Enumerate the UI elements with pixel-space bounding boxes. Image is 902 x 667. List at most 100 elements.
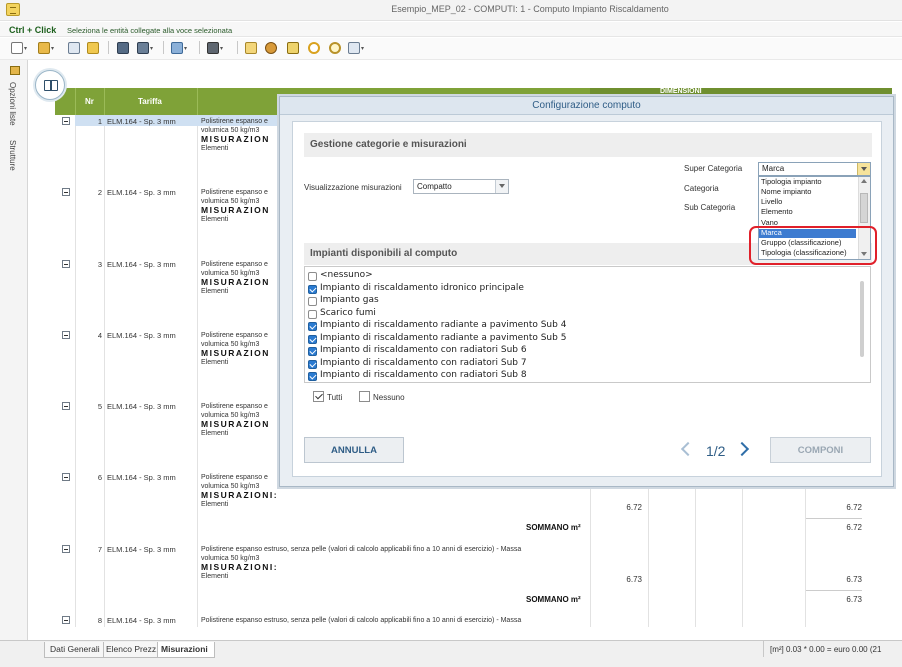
impianto-label[interactable]: Impianto di riscaldamento idronico princ… [320,283,524,293]
dropdown-option[interactable]: Nome impianto [761,187,811,196]
impianti-scrollbar[interactable] [860,281,864,357]
row-tariffa[interactable]: ELM.164 - Sp. 3 mm [107,473,176,482]
chevron-down-icon: ▾ [51,45,55,52]
row-description: Polistirene espanso estruso, senza pelle… [201,545,591,581]
dialog-title: Configurazione computo [532,100,641,111]
highlight-annotation [749,226,877,265]
circle-icon [329,42,341,54]
collapse-icon[interactable] [62,260,70,268]
save-as-button[interactable]: ▾ [137,41,153,55]
row-nr: 1 [97,117,102,126]
sommano-label: SOMMANO m² [526,595,581,604]
copy-button[interactable] [68,41,80,55]
tab-dati-generali-label[interactable]: Dati Generali [50,644,100,654]
impianto-checkbox[interactable] [308,360,317,369]
refresh-button[interactable] [308,41,320,55]
layout-button[interactable]: ▾ [171,41,187,55]
scroll-up-icon[interactable] [861,179,867,183]
status-text: [m²] 0.03 * 0.00 = euro 0.00 (21 [770,645,882,654]
impianto-label[interactable]: Impianto di riscaldamento radiante a pav… [320,333,566,343]
collapse-icon[interactable] [62,402,70,410]
tab-misurazioni-label[interactable]: Misurazioni [161,644,208,654]
mail-button[interactable] [245,41,257,55]
row-tariffa[interactable]: ELM.164 - Sp. 3 mm [107,331,176,340]
book-icon[interactable] [35,70,65,100]
collapse-icon[interactable] [62,545,70,553]
dropdown-scroll-thumb[interactable] [860,193,868,223]
chevron-down-icon[interactable] [857,163,870,175]
users-button[interactable] [265,41,277,55]
row-elementi: Elementi [201,501,229,508]
impianto-label[interactable]: Impianto di riscaldamento radiante a pav… [320,320,566,330]
dropdown-option[interactable]: Elemento [761,207,793,216]
header-tariffa[interactable]: Tariffa [138,97,162,106]
tutti-checkbox[interactable] [313,391,324,402]
new-document-button[interactable]: ▾ [11,41,27,55]
folder-icon [38,42,50,54]
row-tariffa[interactable]: ELM.164 - Sp. 3 mm [107,402,176,411]
row-tariffa[interactable]: ELM.164 - Sp. 3 mm [107,117,176,126]
circle-button[interactable] [329,41,341,55]
row-description: Polistirene espanso e volumica 50 kg/m3 MI… [201,473,278,509]
tab-opzioni-liste[interactable]: Opzioni liste [8,82,17,126]
save-button[interactable] [117,41,129,55]
print-button[interactable]: ▾ [207,41,223,55]
annulla-button-label[interactable]: ANNULLA [304,445,404,456]
tab-elenco-prezzi-label[interactable]: Elenco Prezz... [106,644,163,654]
tag-button[interactable] [287,41,299,55]
impianto-label[interactable]: <nessuno> [320,270,373,280]
impianto-checkbox[interactable] [308,322,317,331]
impianto-label[interactable]: Impianto di riscaldamento con radiatori … [320,370,527,380]
impianto-checkbox[interactable] [308,347,317,356]
window-button[interactable]: ▾ [348,41,364,55]
collapse-icon[interactable] [62,188,70,196]
impianto-label[interactable]: Impianto di riscaldamento con radiatori … [320,345,527,355]
row-tariffa[interactable]: ELM.164 - Sp. 3 mm [107,188,176,197]
row-description: Polistirene espanso e volumica 50 kg/m3 MI… [201,402,270,438]
collapse-icon[interactable] [62,473,70,481]
dropdown-option[interactable]: Livello [761,197,782,206]
row-elementi: Elementi [201,216,229,223]
folder-button[interactable] [87,41,99,55]
impianto-checkbox[interactable] [308,297,317,306]
row-desc-line2: volumica 50 kg/m3 [201,198,260,205]
row-misurazioni: MISURAZION [201,348,270,358]
impianto-checkbox[interactable] [308,285,317,294]
impianto-checkbox[interactable] [308,272,317,281]
row-tariffa[interactable]: ELM.164 - Sp. 3 mm [107,545,176,554]
folder-icon [87,42,99,54]
chevron-down-icon[interactable] [495,180,508,193]
dropdown-option[interactable]: Tipologia impianto [761,177,822,186]
impianto-checkbox[interactable] [308,310,317,319]
tab-strutture[interactable]: Strutture [8,140,17,171]
grid-divider [75,115,76,627]
impianto-label[interactable]: Impianto gas [320,295,379,305]
row-elementi: Elementi [201,430,229,437]
row-nr: 6 [97,473,102,482]
super-categoria-value: Marca [762,164,785,173]
header-nr[interactable]: Nr [85,97,94,106]
impianto-checkbox[interactable] [308,372,317,381]
row-value: 6.72 [626,503,642,512]
layout-icon [171,42,183,54]
nessuno-checkbox[interactable] [359,391,370,402]
row-tariffa[interactable]: ELM.164 - Sp. 3 mm [107,616,176,625]
open-folder-button[interactable]: ▾ [38,41,54,55]
collapse-icon[interactable] [62,331,70,339]
impianto-checkbox[interactable] [308,335,317,344]
save-icon [117,42,129,54]
tutti-label: Tutti [327,393,343,402]
row-tariffa[interactable]: ELM.164 - Sp. 3 mm [107,260,176,269]
collapse-icon[interactable] [62,616,70,624]
componi-button-label[interactable]: COMPONI [770,445,871,456]
section-title-categorie: Gestione categorie e misurazioni [310,139,467,150]
row-desc-line1: Polistirene espanso e [201,403,268,410]
impianto-label[interactable]: Impianto di riscaldamento con radiatori … [320,358,527,368]
window-icon [348,42,360,54]
row-elementi: Elementi [201,288,229,295]
collapse-icon[interactable] [62,117,70,125]
options-icon [10,66,20,75]
row-desc-line1: Polistirene espanso e [201,118,268,125]
row-misurazioni: MISURAZION [201,277,270,287]
impianto-label[interactable]: Scarico fumi [320,308,376,318]
